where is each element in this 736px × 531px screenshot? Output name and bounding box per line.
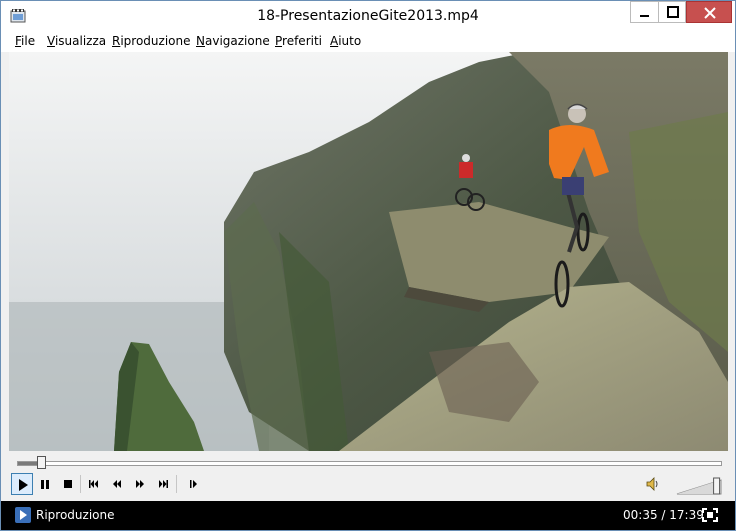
playback-state: Riproduzione bbox=[36, 508, 115, 522]
fast-forward-button[interactable] bbox=[129, 473, 151, 495]
frame-step-button[interactable] bbox=[183, 473, 205, 495]
previous-button[interactable] bbox=[83, 473, 105, 495]
maximize-icon bbox=[667, 6, 679, 18]
seek-thumb[interactable] bbox=[37, 456, 47, 469]
volume-slider[interactable] bbox=[675, 474, 727, 496]
play-icon bbox=[19, 479, 28, 491]
menu-file[interactable]: File bbox=[15, 34, 35, 48]
stop-icon bbox=[64, 480, 72, 488]
frame-step-icon bbox=[190, 480, 197, 488]
menu-navigazione[interactable]: Navigazione bbox=[196, 34, 270, 48]
play-button[interactable] bbox=[11, 473, 33, 495]
window-title: 18-PresentazioneGite2013.mp4 bbox=[257, 8, 479, 24]
volume-icon bbox=[646, 477, 658, 491]
close-button[interactable] bbox=[686, 1, 732, 23]
status-play-icon bbox=[15, 507, 31, 523]
fast-forward-icon bbox=[136, 480, 144, 488]
close-icon bbox=[704, 7, 716, 19]
menu-bar: File Visualizza Riproduzione Navigazione… bbox=[1, 31, 735, 52]
separator bbox=[80, 475, 81, 493]
rewind-icon bbox=[113, 480, 121, 488]
time-readout: 00:35 / 17:39 bbox=[623, 508, 704, 522]
video-area[interactable] bbox=[9, 52, 728, 451]
player-window: 18-PresentazioneGite2013.mp4 File Visual… bbox=[0, 0, 736, 531]
stop-button[interactable] bbox=[57, 473, 79, 495]
control-bar bbox=[1, 472, 735, 501]
menu-visualizza[interactable]: Visualizza bbox=[47, 34, 106, 48]
next-button[interactable] bbox=[152, 473, 174, 495]
title-bar[interactable]: 18-PresentazioneGite2013.mp4 bbox=[1, 1, 735, 31]
maximize-button[interactable] bbox=[658, 1, 686, 23]
volume-thumb[interactable] bbox=[713, 477, 721, 495]
pause-button[interactable] bbox=[34, 473, 56, 495]
seek-bar[interactable] bbox=[9, 453, 728, 471]
video-frame bbox=[9, 52, 728, 451]
fullscreen-toggle-icon[interactable] bbox=[701, 507, 719, 523]
menu-riproduzione[interactable]: Riproduzione bbox=[112, 34, 191, 48]
separator bbox=[176, 475, 177, 493]
pause-icon bbox=[41, 480, 49, 489]
previous-icon bbox=[89, 480, 98, 488]
minimize-icon bbox=[640, 15, 649, 17]
rewind-button[interactable] bbox=[106, 473, 128, 495]
minimize-button[interactable] bbox=[630, 1, 658, 23]
seek-track[interactable] bbox=[17, 456, 722, 469]
next-icon bbox=[159, 480, 168, 488]
status-bar: Riproduzione 00:35 / 17:39 bbox=[1, 501, 735, 530]
menu-preferiti[interactable]: Preferiti bbox=[275, 34, 322, 48]
menu-aiuto[interactable]: Aiuto bbox=[330, 34, 361, 48]
mute-button[interactable] bbox=[642, 473, 664, 495]
